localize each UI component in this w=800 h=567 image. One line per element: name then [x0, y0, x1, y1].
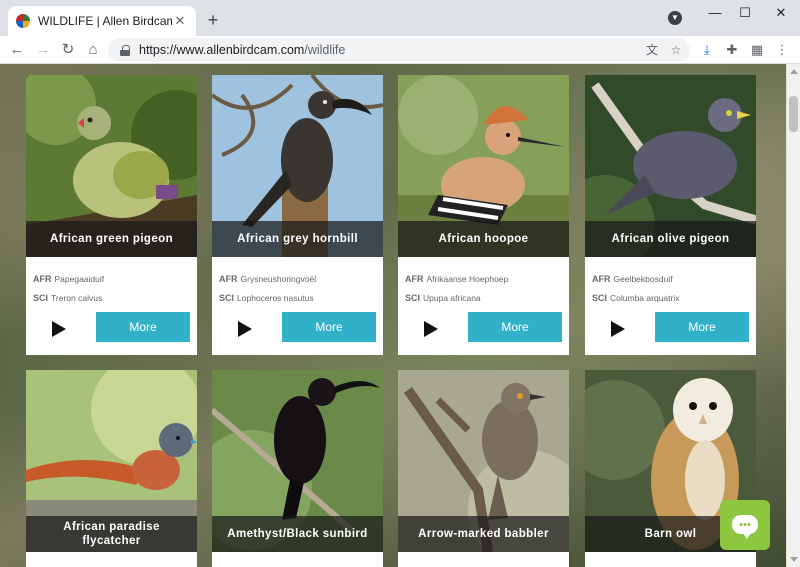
sci-label: SCI: [219, 293, 235, 303]
bird-name: African grey hornbill: [212, 221, 383, 257]
tab-strip: WILDLIFE | Allen Birdcam ✕ + ▼ — ☐ ✕: [0, 0, 800, 36]
address-bar[interactable]: https://www.allenbirdcam.com/wildlife 文 …: [108, 38, 690, 62]
download-icon[interactable]: ⤓: [697, 40, 717, 60]
tab-search-icon[interactable]: ▼: [668, 11, 682, 25]
bird-card: Amethyst/Black sunbird: [212, 370, 383, 567]
bird-photo: African olive pigeon: [585, 75, 756, 257]
site-favicon-icon: [16, 14, 30, 28]
bird-name: Arrow-marked babbler: [398, 516, 569, 552]
bird-names: AFR Afrikaanse Hoephoep SCI Upupa africana: [405, 273, 508, 311]
bird-card: African hoopoe AFR Afrikaanse Hoephoep SC…: [398, 75, 569, 355]
afr-label: AFR: [405, 274, 424, 284]
sci-label: SCI: [33, 293, 49, 303]
bird-names: AFR Geelbekbosduif SCI Columba arquatrix: [592, 273, 679, 311]
url-text: https://www.allenbirdcam.com/wildlife: [139, 43, 345, 57]
minimize-button[interactable]: —: [698, 0, 732, 28]
bird-name: African olive pigeon: [585, 221, 756, 257]
reload-icon[interactable]: ↻: [57, 39, 79, 61]
bird-name: African green pigeon: [26, 221, 197, 257]
url-path: /wildlife: [304, 43, 346, 57]
bird-photo: Arrow-marked babbler: [398, 370, 569, 552]
scientific-name: Lophoceros nasutus: [237, 293, 314, 303]
scroll-up-arrow-icon[interactable]: [790, 69, 798, 74]
bird-names: AFR Papegaaiduif SCI Treron calvus: [33, 273, 104, 311]
star-icon[interactable]: ☆: [668, 42, 684, 58]
play-icon[interactable]: [611, 321, 625, 337]
scrollbar-thumb[interactable]: [789, 96, 798, 132]
bird-photo: African paradise flycatcher: [26, 370, 197, 552]
afrikaans-name: Afrikaanse Hoephoep: [426, 274, 509, 284]
bird-card: Arrow-marked babbler: [398, 370, 569, 567]
kebab-menu-icon[interactable]: ⋮: [772, 40, 792, 60]
bird-photo: African green pigeon: [26, 75, 197, 257]
window-close-button[interactable]: ✕: [764, 0, 798, 28]
play-icon[interactable]: [424, 321, 438, 337]
more-button[interactable]: More: [96, 312, 190, 342]
bird-card: African grey hornbill AFR Grysneushoringv…: [212, 75, 383, 355]
maximize-button[interactable]: ☐: [728, 0, 762, 28]
afr-label: AFR: [592, 274, 611, 284]
afrikaans-name: Geelbekbosduif: [613, 274, 673, 284]
more-button[interactable]: More: [468, 312, 562, 342]
puzzle-icon[interactable]: ✚: [722, 40, 742, 60]
back-arrow-icon[interactable]: ←: [6, 39, 28, 61]
play-icon[interactable]: [238, 321, 252, 337]
afr-label: AFR: [219, 274, 238, 284]
bird-names: AFR Grysneushoringvoël SCI Lophoceros nasu…: [219, 273, 316, 311]
more-button[interactable]: More: [282, 312, 376, 342]
bird-card: African paradise flycatcher: [26, 370, 197, 567]
chat-dots-icon: [739, 523, 751, 526]
page-content: African green pigeon AFR Papegaaiduif SCI…: [0, 64, 786, 567]
new-tab-button[interactable]: +: [202, 9, 224, 31]
forward-arrow-icon[interactable]: →: [32, 39, 54, 61]
bird-name: Amethyst/Black sunbird: [212, 516, 383, 552]
scientific-name: Treron calvus: [51, 293, 103, 303]
bird-photo: African hoopoe: [398, 75, 569, 257]
url-host: https://www.allenbirdcam.com: [139, 43, 305, 57]
bird-photo: African grey hornbill: [212, 75, 383, 257]
afrikaans-name: Grysneushoringvoël: [240, 274, 317, 284]
scientific-name: Columba arquatrix: [610, 293, 680, 303]
chat-button[interactable]: [720, 500, 770, 550]
scientific-name: Upupa africana: [423, 293, 481, 303]
translate-icon[interactable]: 文: [644, 42, 660, 58]
tab-title: WILDLIFE | Allen Birdcam: [38, 14, 172, 28]
scroll-down-arrow-icon[interactable]: [790, 557, 798, 562]
sci-label: SCI: [405, 293, 421, 303]
more-button[interactable]: More: [655, 312, 749, 342]
profile-avatar-icon[interactable]: ▦: [747, 40, 767, 60]
browser-toolbar: ← → ↻ ⌂ https://www.allenbirdcam.com/wil…: [0, 36, 800, 64]
tab-close-icon[interactable]: ✕: [172, 13, 188, 29]
browser-tab[interactable]: WILDLIFE | Allen Birdcam ✕: [8, 6, 196, 36]
lock-icon[interactable]: [120, 44, 130, 56]
bird-name: African hoopoe: [398, 221, 569, 257]
bird-name: African paradise flycatcher: [26, 516, 197, 552]
bird-card: African olive pigeon AFR Geelbekbosduif S…: [585, 75, 756, 355]
bird-photo: Amethyst/Black sunbird: [212, 370, 383, 552]
afrikaans-name: Papegaaiduif: [54, 274, 105, 284]
home-icon[interactable]: ⌂: [82, 39, 104, 61]
page-scrollbar[interactable]: [786, 64, 800, 567]
afr-label: AFR: [33, 274, 52, 284]
sci-label: SCI: [592, 293, 608, 303]
bird-card: African green pigeon AFR Papegaaiduif SCI…: [26, 75, 197, 355]
play-icon[interactable]: [52, 321, 66, 337]
